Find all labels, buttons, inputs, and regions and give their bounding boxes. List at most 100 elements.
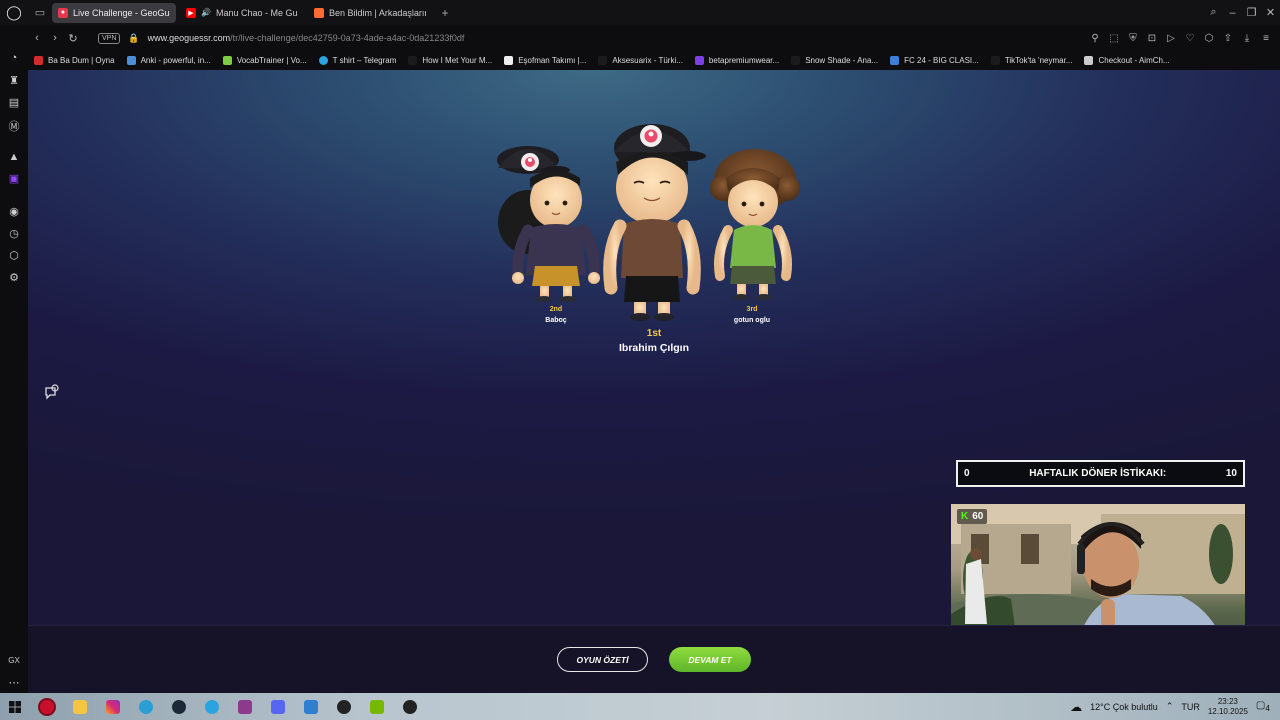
results-footer [28,625,1280,693]
game-summary-button[interactable]: OYUN ÖZETİ [557,647,648,672]
vpn-badge[interactable]: VPN [98,32,121,44]
clock-date: 12.10.2025 [1207,706,1248,716]
shield-icon[interactable]: ⛨ [1125,33,1141,44]
bookmark-favicon-icon [126,56,136,65]
ben-bildim-favicon-icon [314,7,324,18]
app-icon[interactable] [393,693,426,720]
weather-icon[interactable]: ☁ [1070,700,1082,714]
pin-icon[interactable]: ⚲ [1087,33,1103,44]
forward-icon[interactable]: › [46,32,64,44]
bookmark-favicon-icon [34,56,43,65]
back-icon[interactable]: ‹ [28,32,46,44]
reload-icon[interactable]: ↻ [64,32,82,45]
file-explorer-icon[interactable] [63,693,96,720]
weekly-title: HAFTALIK DÖNER İSTİKAKI: [1029,468,1167,479]
history-icon[interactable]: ◷ [0,227,28,240]
bookmark-item[interactable]: FC 24 - BIG CLASI... [890,56,979,65]
system-tray: ☁ 12°C Çok bulutlu ⌃ TUR 23:23 12.10.202… [1070,693,1280,720]
geoguessr-results-page: 2nd Baboç 1st Ibrahim Çılgın 3rd gotun o… [28,70,1280,693]
weekly-doner-widget: 0 HAFTALIK DÖNER İSTİKAKI: 10 [956,460,1245,487]
steam-icon[interactable] [162,693,195,720]
url-field[interactable]: www.geoguessr.com/tr/live-challenge/dec4… [148,33,465,43]
bookmark-item[interactable]: TikTok'ta 'neymar... [990,56,1072,65]
messenger-icon[interactable]: Ⓜ [0,118,28,134]
bookmark-favicon-icon [504,56,514,65]
bookmark-favicon-icon [222,56,232,65]
bookmark-favicon-icon [791,56,801,65]
bookmark-favicon-icon [1084,56,1094,65]
third-place-label: 3rd [746,306,758,313]
twitch-icon[interactable]: ▣ [0,172,28,185]
tab-manu-chao[interactable]: ▶ 🔊 Manu Chao - Me Gusta [180,3,304,23]
continue-button[interactable]: DEVAM ET [669,647,751,672]
first-place-name: Ibrahim Çılgın [618,342,689,354]
address-bar: ‹ › ↻ VPN 🔒 www.geoguessr.com/tr/live-ch… [28,25,1280,51]
bookmark-item[interactable]: Aksesuarix - Türki... [598,56,683,65]
obs-icon[interactable] [327,693,360,720]
speed-dial-icon[interactable]: ◔ [0,52,28,64]
settings-icon[interactable]: ⚙ [0,271,28,284]
viewer-count-badge: K 60 [957,509,988,524]
player-icon[interactable]: ▷ [1163,33,1179,44]
kick-logo-icon: K [961,511,969,522]
notifications-icon[interactable]: ▢4 [1256,700,1270,713]
bookmark-item[interactable]: How I Met Your M... [408,56,492,65]
remote-desktop-icon[interactable] [294,693,327,720]
lock-icon[interactable]: 🔒 [128,33,139,44]
heart-icon[interactable]: ♡ [1182,33,1198,44]
bookmark-favicon-icon [408,56,418,65]
bookmark-item[interactable]: Eşofman Takımı |... [504,56,586,65]
first-place-avatar [603,124,706,321]
bookmark-item[interactable]: betapremiumwear... [694,56,779,65]
gx-label[interactable]: GX [0,656,28,665]
close-icon[interactable]: ✕ [1261,6,1280,19]
url-domain: www.geoguessr.com [147,33,231,43]
tray-expand-icon[interactable]: ⌃ [1166,701,1174,712]
bookmark-item[interactable]: Anki - powerful, in... [126,56,211,65]
url-path: /tr/live-challenge/dec42759-0a73-4ade-a4… [230,33,465,43]
chat-icon[interactable] [44,384,60,400]
browser-sidebar: ◔ ♜ ▤ Ⓜ ▲ ▣ ◉ ◷ ⬡ ⚙ GX ⋯ [0,25,28,695]
aria-icon[interactable]: ▲ [0,151,28,163]
menu-icon[interactable]: ≡ [1258,33,1274,44]
winrar-icon[interactable] [228,693,261,720]
language-indicator[interactable]: TUR [1181,702,1200,712]
nvidia-icon[interactable] [360,693,393,720]
telegram-icon [318,56,328,65]
clock[interactable]: 23:23 12.10.2025 [1208,697,1248,717]
tab-islands-icon[interactable]: ▭ [28,0,52,25]
player-sidebar-icon[interactable]: ◉ [0,205,28,218]
bookmark-item[interactable]: T shirt – Telegram [318,56,396,65]
bookmark-item[interactable]: Ba Ba Dum | Oyna [34,56,115,65]
tab-live-challenge[interactable]: ● Live Challenge - GeoGues [52,2,176,23]
window-controls: ⌕ – ❐ ✕ [1204,0,1280,25]
telegram-taskbar-icon[interactable] [195,693,228,720]
extensions-sidebar-icon[interactable]: ⬡ [0,249,28,262]
opera-gx-taskbar-icon[interactable] [30,693,63,720]
tab-ben-bildim[interactable]: Ben Bildim | Arkadaşlarınız [308,3,432,23]
more-icon[interactable]: ⋯ [0,676,28,689]
search-tabs-icon[interactable]: ⌕ [1204,6,1223,19]
extensions-icon[interactable]: ⬡ [1201,33,1217,44]
weather-text[interactable]: 12°C Çok bulutlu [1090,702,1158,712]
download-page-icon[interactable]: ⊡ [1144,33,1160,44]
speaker-icon[interactable]: 🔊 [201,8,211,17]
news-icon[interactable]: ▤ [0,96,28,109]
bookmark-favicon-icon [694,56,704,65]
snapshot-icon[interactable]: ⬚ [1106,33,1122,44]
tiktok-icon [990,56,1000,65]
new-tab-button[interactable]: + [436,3,454,23]
share-icon[interactable]: ⇧ [1220,33,1236,44]
gx-corner-icon[interactable]: ♜ [0,74,28,87]
minimize-icon[interactable]: – [1223,7,1242,19]
bookmark-item[interactable]: Snow Shade - Ana... [791,56,878,65]
bookmark-item[interactable]: VocabTrainer | Vo... [222,56,307,65]
bookmark-item[interactable]: Checkout - AimCh... [1084,56,1170,65]
discord-icon[interactable] [261,693,294,720]
windows-start-icon[interactable] [0,693,30,720]
opera-gx-logo-icon[interactable]: ◯ [0,0,28,25]
restore-icon[interactable]: ❐ [1242,6,1261,19]
downloads-icon[interactable]: ⤓ [1239,33,1255,44]
edge-icon[interactable] [129,693,162,720]
instagram-icon[interactable] [96,693,129,720]
